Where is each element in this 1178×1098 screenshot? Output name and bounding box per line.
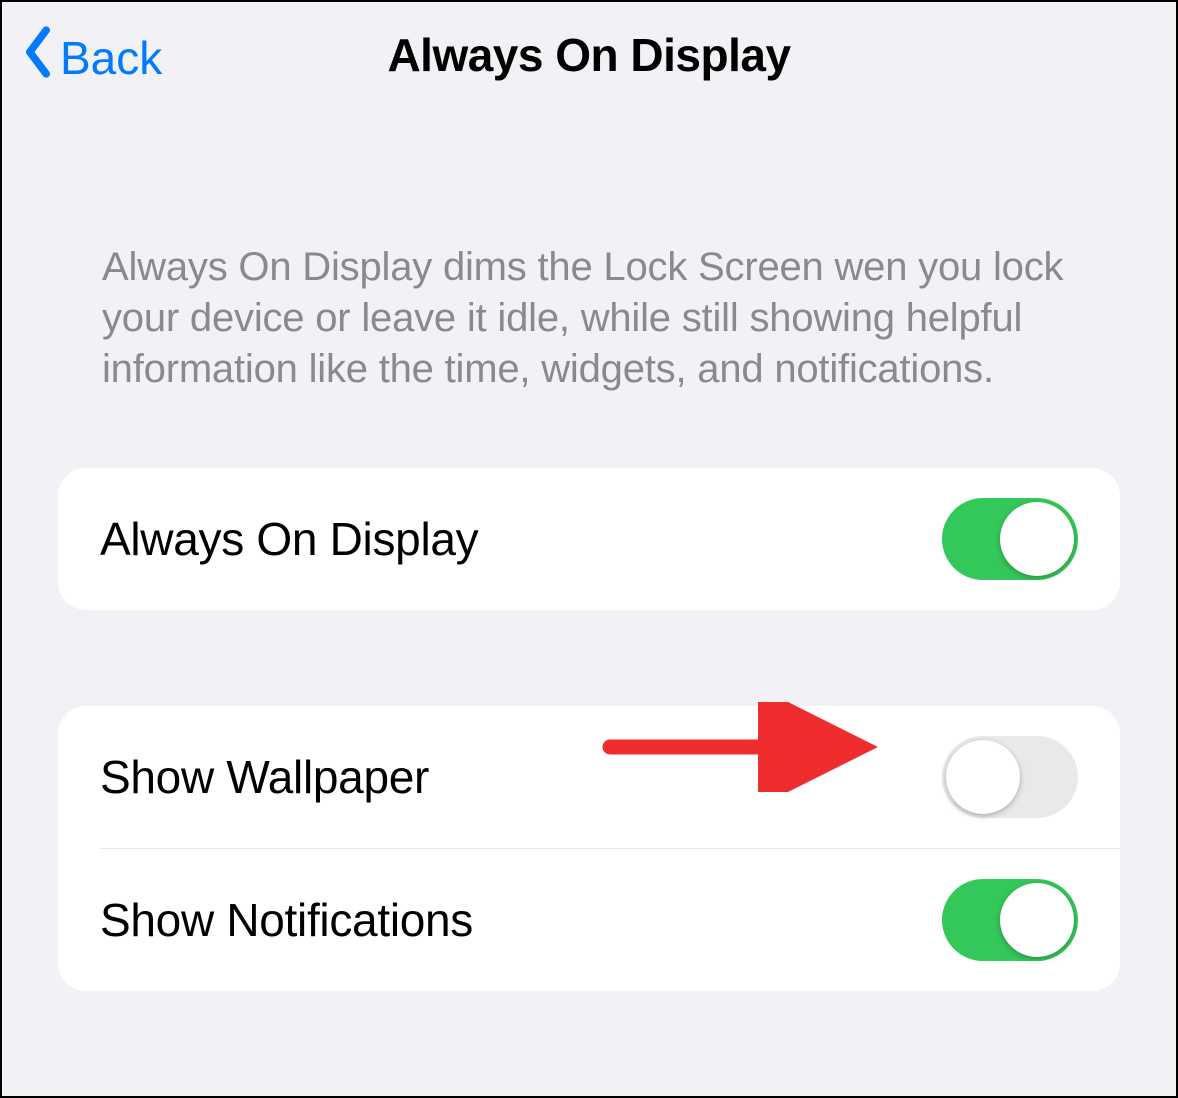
row-always-on-display: Always On Display: [58, 468, 1120, 610]
toggle-knob-icon: [946, 740, 1020, 814]
settings-screen: Back Always On Display Always On Display…: [0, 0, 1178, 1098]
settings-group-secondary: Show Wallpaper Show Notifications: [58, 706, 1120, 991]
nav-bar: Back Always On Display: [2, 2, 1176, 112]
toggle-knob-icon: [1000, 502, 1074, 576]
row-show-wallpaper: Show Wallpaper: [58, 706, 1120, 848]
row-label-always-on-display: Always On Display: [100, 512, 478, 566]
toggle-show-wallpaper[interactable]: [942, 736, 1078, 818]
toggle-always-on-display[interactable]: [942, 498, 1078, 580]
row-label-show-wallpaper: Show Wallpaper: [100, 750, 429, 804]
page-title: Always On Display: [2, 28, 1176, 82]
settings-group-primary: Always On Display: [58, 468, 1120, 610]
section-description: Always On Display dims the Lock Screen w…: [58, 242, 1120, 396]
toggle-show-notifications[interactable]: [942, 879, 1078, 961]
toggle-knob-icon: [1000, 883, 1074, 957]
row-show-notifications: Show Notifications: [100, 848, 1120, 991]
row-label-show-notifications: Show Notifications: [100, 893, 473, 947]
